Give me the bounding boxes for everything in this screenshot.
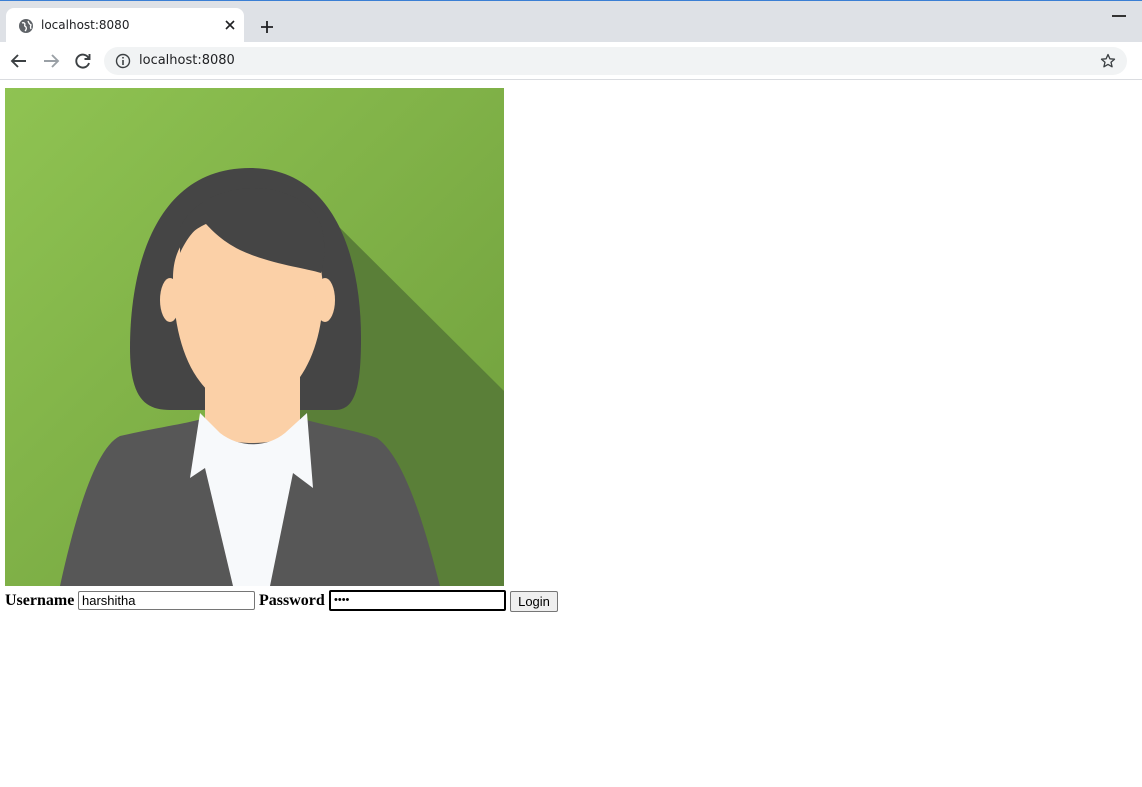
info-icon[interactable] xyxy=(115,53,131,69)
login-button[interactable]: Login xyxy=(510,591,558,612)
password-label: Password xyxy=(259,592,325,609)
star-icon[interactable] xyxy=(1100,53,1116,69)
close-icon[interactable] xyxy=(222,17,238,33)
globe-icon xyxy=(19,19,33,33)
address-bar[interactable]: localhost:8080 xyxy=(104,47,1127,75)
reload-icon[interactable] xyxy=(73,51,93,71)
login-form: Username harshitha Password •••• Login xyxy=(5,590,705,612)
tab-title: localhost:8080 xyxy=(41,18,130,32)
username-input[interactable]: harshitha xyxy=(78,591,255,610)
page-content: Username harshitha Password •••• Login xyxy=(0,80,1142,787)
minimize-icon[interactable] xyxy=(1112,15,1126,17)
username-label: Username xyxy=(5,592,75,609)
arrow-right-icon[interactable] xyxy=(41,51,61,71)
browser-toolbar: localhost:8080 xyxy=(0,42,1142,80)
url-text: localhost:8080 xyxy=(139,53,235,68)
woman-avatar-image xyxy=(5,88,504,586)
tab-strip: localhost:8080 xyxy=(0,1,1142,43)
plus-icon[interactable] xyxy=(258,18,276,36)
browser-tab[interactable]: localhost:8080 xyxy=(6,8,244,43)
arrow-left-icon[interactable] xyxy=(9,51,29,71)
password-input[interactable]: •••• xyxy=(329,590,506,611)
